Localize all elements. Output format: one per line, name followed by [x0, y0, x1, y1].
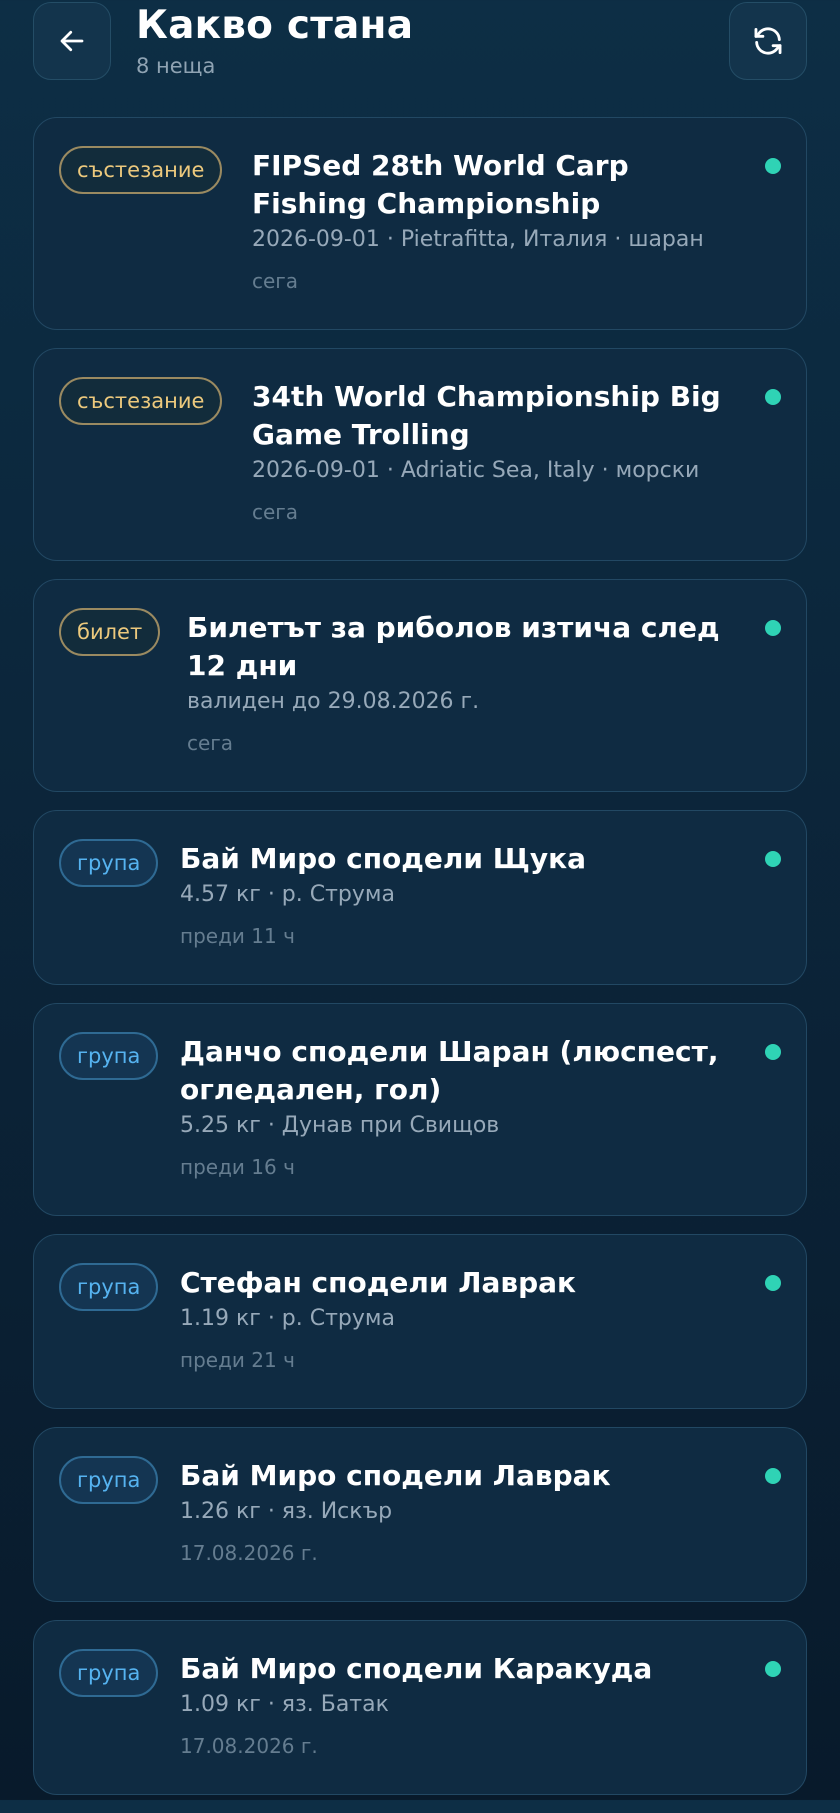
list-item[interactable]: група Стефан сподели Лаврак 1.19 кг · р.…	[33, 1234, 807, 1409]
item-time: 17.08.2026 г.	[180, 1734, 318, 1758]
list-item[interactable]: група Данчо сподели Шаран (люспест, огле…	[33, 1003, 807, 1216]
item-time: 17.08.2026 г.	[180, 1541, 318, 1565]
refresh-button[interactable]	[729, 2, 807, 80]
item-title: Бай Миро сподели Лаврак	[180, 1459, 611, 1492]
type-badge: група	[59, 1456, 159, 1504]
list-item[interactable]: състезание FIPSed 28th World Carp Fishin…	[33, 117, 807, 330]
item-title: Бай Миро сподели Щука	[180, 842, 587, 875]
list-item[interactable]: билет Билетът за риболов изтича след 12 …	[33, 579, 807, 792]
item-meta: 1.26 кг · яз. Искър	[180, 1499, 393, 1524]
item-meta: 5.25 кг · Дунав при Свищов	[180, 1113, 500, 1138]
unread-dot	[765, 389, 781, 405]
type-badge: група	[59, 839, 159, 887]
page-title: Какво стана	[136, 3, 414, 48]
item-meta: валиден до 29.08.2026 г.	[187, 689, 480, 714]
list-item[interactable]: състезание 34th World Championship Big G…	[33, 348, 807, 561]
item-title: 34th World Championship Big Game Trollin…	[252, 380, 721, 451]
unread-dot	[765, 851, 781, 867]
list-item[interactable]: група Бай Миро сподели Каракуда 1.09 кг …	[33, 1620, 807, 1795]
unread-dot	[765, 1044, 781, 1060]
type-badge: билет	[59, 608, 161, 656]
arrow-left-icon	[60, 30, 84, 52]
item-meta: 1.09 кг · яз. Батак	[180, 1692, 389, 1717]
activity-list: състезание FIPSed 28th World Carp Fishin…	[33, 117, 807, 1813]
item-meta: 4.57 кг · р. Струма	[180, 882, 395, 907]
item-title: Бай Миро сподели Каракуда	[180, 1652, 653, 1685]
type-badge: състезание	[59, 146, 223, 194]
type-badge: група	[59, 1263, 159, 1311]
item-time: преди 16 ч	[180, 1155, 295, 1179]
refresh-icon	[754, 27, 782, 55]
item-time: преди 21 ч	[180, 1348, 295, 1372]
item-title: Стефан сподели Лаврак	[180, 1266, 577, 1299]
item-title: Билетът за риболов изтича след 12 дни	[187, 611, 720, 682]
type-badge: група	[59, 1032, 159, 1080]
list-item[interactable]: група Бай Миро сподели Лаврак 1.26 кг · …	[33, 1427, 807, 1602]
item-count: 8 неща	[136, 54, 216, 78]
item-title: FIPSed 28th World Carp Fishing Champions…	[252, 149, 629, 220]
back-button[interactable]	[33, 2, 111, 80]
item-time: сега	[187, 731, 234, 755]
list-item[interactable]: група Бай Миро сподели Щука 4.57 кг · р.…	[33, 810, 807, 985]
item-title: Данчо сподели Шаран (люспест, огледален,…	[180, 1035, 719, 1106]
header: Какво стана 8 неща	[0, 0, 840, 100]
unread-dot	[765, 620, 781, 636]
unread-dot	[765, 1275, 781, 1291]
unread-dot	[765, 1468, 781, 1484]
item-time: преди 11 ч	[180, 924, 295, 948]
type-badge: група	[59, 1649, 159, 1697]
item-meta: 1.19 кг · р. Струма	[180, 1306, 395, 1331]
item-time: сега	[252, 500, 299, 524]
item-time: сега	[252, 269, 299, 293]
type-badge: състезание	[59, 377, 223, 425]
item-meta: 2026-09-01 · Adriatic Sea, Italy · морск…	[252, 458, 700, 483]
unread-dot	[765, 1661, 781, 1677]
unread-dot	[765, 158, 781, 174]
item-meta: 2026-09-01 · Pietrafitta, Италия · шаран	[252, 227, 704, 252]
